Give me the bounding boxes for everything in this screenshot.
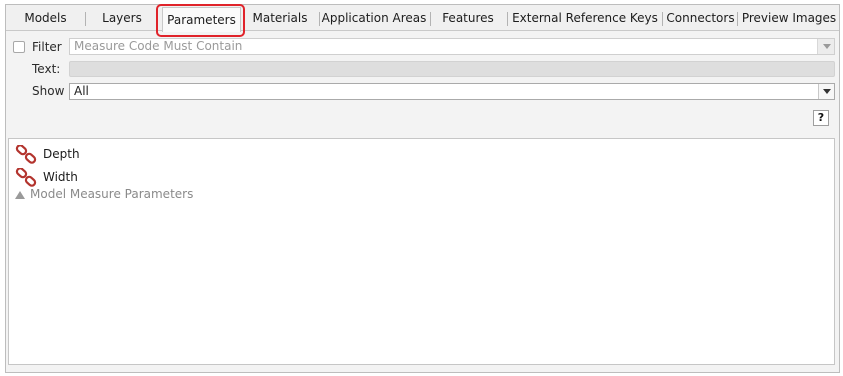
help-button[interactable]: ? xyxy=(813,110,829,126)
group-label: Model Measure Parameters xyxy=(30,187,194,201)
tab-divider xyxy=(430,12,431,26)
text-label: Text: xyxy=(32,62,61,76)
parameters-panel: Models Layers Parameters Materials Appli… xyxy=(5,4,840,373)
tab-layers[interactable]: Layers xyxy=(87,5,157,31)
filter-criteria-select[interactable]: Measure Code Must Contain xyxy=(69,38,835,55)
tab-models[interactable]: Models xyxy=(8,5,83,31)
tab-bar: Models Layers Parameters Materials Appli… xyxy=(6,5,839,32)
dropdown-arrow-icon[interactable] xyxy=(817,39,834,54)
parameter-label: Width xyxy=(43,170,78,184)
filter-criteria-value: Measure Code Must Contain xyxy=(74,39,243,53)
filter-text-input[interactable] xyxy=(69,61,835,77)
tab-external-reference-keys[interactable]: External Reference Keys xyxy=(509,5,661,31)
show-label: Show xyxy=(32,84,65,98)
parameters-list: Depth Width Model Measure Parameters xyxy=(8,138,835,365)
tab-materials[interactable]: Materials xyxy=(245,5,315,31)
show-select-value: All xyxy=(74,84,89,98)
dropdown-arrow-icon[interactable] xyxy=(818,84,834,99)
tab-divider xyxy=(85,12,86,26)
active-tab-highlight xyxy=(156,4,245,37)
tab-connectors[interactable]: Connectors xyxy=(663,5,738,31)
filter-label: Filter xyxy=(32,40,62,54)
show-select[interactable]: All xyxy=(69,83,835,100)
tab-preview-images[interactable]: Preview Images xyxy=(739,5,839,31)
tab-application-areas[interactable]: Application Areas xyxy=(320,5,428,31)
filter-checkbox[interactable] xyxy=(13,41,25,53)
tab-features[interactable]: Features xyxy=(432,5,504,31)
chain-link-icon xyxy=(15,168,37,187)
tab-divider xyxy=(507,12,508,26)
parameter-label: Depth xyxy=(43,147,80,161)
chain-link-icon xyxy=(15,145,37,164)
tab-divider xyxy=(737,12,738,26)
collapse-triangle-icon[interactable] xyxy=(15,191,25,199)
